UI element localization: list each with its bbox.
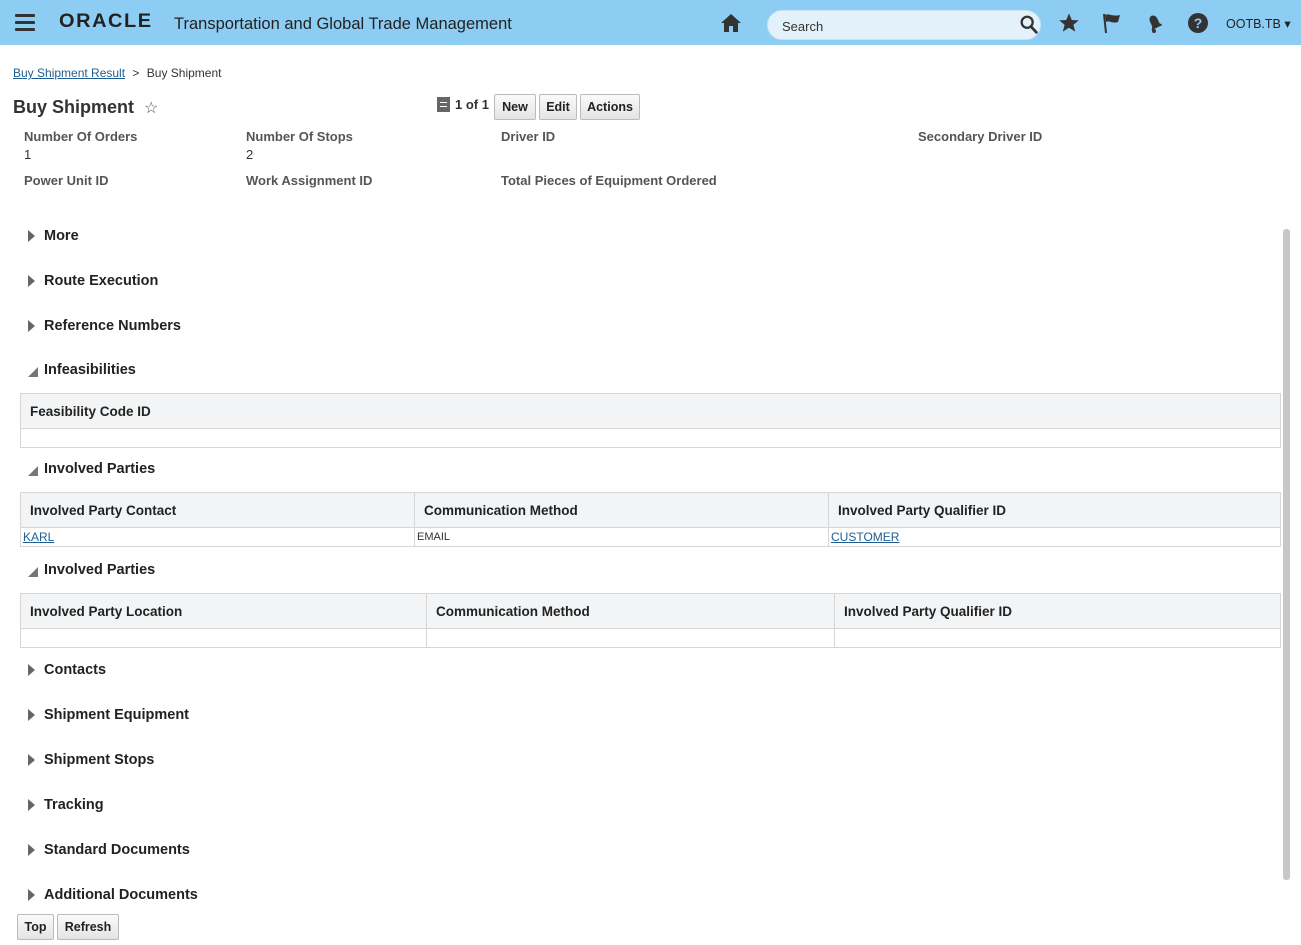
- new-button[interactable]: New: [494, 94, 536, 120]
- table-cell: [426, 628, 835, 648]
- column-header: Involved Party Qualifier ID: [834, 593, 1281, 629]
- power-unit-id-label: Power Unit ID: [24, 173, 109, 188]
- contact-link-karl[interactable]: KARL: [23, 530, 54, 544]
- section-label: Involved Parties: [44, 562, 156, 578]
- breadcrumb-current: Buy Shipment: [146, 66, 222, 80]
- section-label: Infeasibilities: [44, 362, 136, 378]
- section-label: Additional Documents: [44, 887, 198, 903]
- section-shipment-stops[interactable]: Shipment Stops: [28, 752, 154, 768]
- section-label: Tracking: [44, 797, 104, 813]
- section-standard-documents[interactable]: Standard Documents: [28, 842, 190, 858]
- section-shipment-equipment[interactable]: Shipment Equipment: [28, 707, 189, 723]
- table-row: KARL EMAIL CUSTOMER: [20, 527, 1281, 547]
- expand-icon: [28, 664, 35, 676]
- document-icon: [437, 97, 450, 112]
- section-label: Route Execution: [44, 273, 159, 289]
- collapse-icon: [28, 465, 38, 476]
- record-pager: 1 of 1: [437, 97, 489, 112]
- hamburger-icon[interactable]: [15, 14, 35, 32]
- section-label: Reference Numbers: [44, 318, 181, 334]
- infeasibilities-table: Feasibility Code ID: [20, 393, 1281, 448]
- section-label: Standard Documents: [44, 842, 190, 858]
- collapse-icon: [28, 366, 38, 377]
- section-label: More: [44, 228, 79, 244]
- bell-icon[interactable]: [1143, 11, 1167, 35]
- section-additional-documents[interactable]: Additional Documents: [28, 887, 198, 903]
- section-label: Shipment Stops: [44, 752, 155, 768]
- section-label: Contacts: [44, 662, 107, 678]
- involved-party-locations-table: Involved Party Location Communication Me…: [20, 593, 1281, 648]
- number-of-stops-value: 2: [246, 147, 254, 162]
- section-route-execution[interactable]: Route Execution: [28, 273, 158, 289]
- column-header: Communication Method: [414, 492, 829, 528]
- column-header: Feasibility Code ID: [20, 393, 1281, 429]
- number-of-orders-value: 1: [24, 147, 32, 162]
- table-cell: [20, 428, 1281, 448]
- involved-party-contacts-table: Involved Party Contact Communication Met…: [20, 492, 1281, 547]
- top-button[interactable]: Top: [17, 914, 54, 940]
- driver-id-label: Driver ID: [501, 129, 556, 144]
- record-count: 1 of 1: [455, 97, 489, 112]
- breadcrumb-buy-shipment-result[interactable]: Buy Shipment Result: [13, 66, 125, 80]
- section-tracking[interactable]: Tracking: [28, 797, 104, 813]
- refresh-button[interactable]: Refresh: [57, 914, 119, 940]
- table-cell: CUSTOMER: [828, 527, 1281, 547]
- number-of-orders-label: Number Of Orders: [24, 129, 138, 144]
- search-icon[interactable]: [1018, 14, 1040, 36]
- edit-button[interactable]: Edit: [539, 94, 577, 120]
- page-title: Buy Shipment: [13, 97, 135, 117]
- favorite-star-icon[interactable]: ☆: [144, 98, 158, 118]
- expand-icon: [28, 844, 35, 856]
- svg-text:?: ?: [1194, 15, 1203, 31]
- column-header: Involved Party Location: [20, 593, 427, 629]
- flag-icon[interactable]: [1100, 11, 1124, 35]
- section-involved-parties-contacts[interactable]: Involved Parties: [28, 461, 155, 477]
- work-assignment-id-label: Work Assignment ID: [246, 173, 373, 188]
- qualifier-link-customer[interactable]: CUSTOMER: [831, 530, 899, 544]
- table-cell: [20, 628, 427, 648]
- section-infeasibilities[interactable]: Infeasibilities: [28, 362, 136, 378]
- expand-icon: [28, 754, 35, 766]
- search-input[interactable]: [780, 18, 1010, 35]
- table-cell: EMAIL: [414, 527, 829, 547]
- total-pieces-label: Total Pieces of Equipment Ordered: [501, 173, 717, 188]
- section-label: Shipment Equipment: [44, 707, 189, 723]
- oracle-logo: ORACLE: [59, 11, 153, 32]
- expand-icon: [28, 275, 35, 287]
- star-icon[interactable]: [1057, 11, 1081, 35]
- section-involved-parties-locations[interactable]: Involved Parties: [28, 562, 155, 578]
- help-icon[interactable]: ?: [1186, 11, 1210, 35]
- table-cell: [834, 628, 1281, 648]
- secondary-driver-id-label: Secondary Driver ID: [918, 129, 1043, 144]
- home-icon[interactable]: [719, 11, 743, 35]
- search-box: [767, 10, 1041, 40]
- user-menu[interactable]: OOTB.TB ▾: [1226, 16, 1291, 31]
- expand-icon: [28, 889, 35, 901]
- breadcrumb-separator: >: [132, 66, 140, 80]
- expand-icon: [28, 230, 35, 242]
- expand-icon: [28, 709, 35, 721]
- number-of-stops-label: Number Of Stops: [246, 129, 353, 144]
- expand-icon: [28, 799, 35, 811]
- column-header: Involved Party Qualifier ID: [828, 492, 1281, 528]
- breadcrumb: Buy Shipment Result > Buy Shipment: [13, 66, 221, 80]
- expand-icon: [28, 320, 35, 332]
- table-cell: KARL: [20, 527, 415, 547]
- section-reference-numbers[interactable]: Reference Numbers: [28, 318, 181, 334]
- top-bar: ORACLE Transportation and Global Trade M…: [0, 0, 1301, 45]
- actions-button[interactable]: Actions: [580, 94, 640, 120]
- column-header: Communication Method: [426, 593, 835, 629]
- app-title: Transportation and Global Trade Manageme…: [174, 15, 512, 33]
- column-header: Involved Party Contact: [20, 492, 415, 528]
- section-more[interactable]: More: [28, 228, 79, 244]
- collapse-icon: [28, 566, 38, 577]
- section-label: Involved Parties: [44, 461, 156, 477]
- section-contacts[interactable]: Contacts: [28, 662, 106, 678]
- vertical-scrollbar[interactable]: [1283, 229, 1290, 880]
